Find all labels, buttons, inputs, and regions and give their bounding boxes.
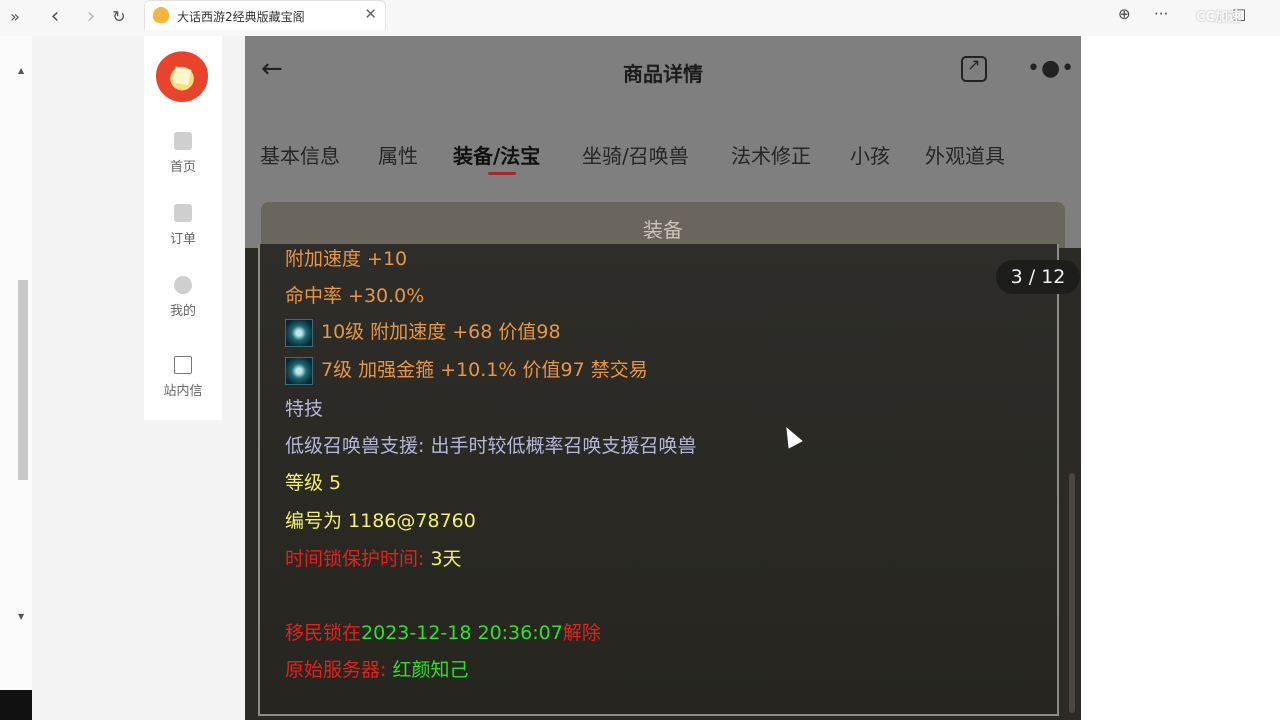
original-server-line: 原始服务器: 红颜知己 <box>285 655 468 682</box>
user-icon <box>174 276 192 294</box>
page-title: 商品详情 <box>623 62 703 86</box>
mail-icon <box>174 356 192 374</box>
scrollbar-thumb[interactable] <box>18 280 28 480</box>
taskbar-corner <box>0 690 32 720</box>
tab-spell-correction[interactable]: 法术修正 <box>731 140 811 169</box>
serial-line: 编号为 1186@78760 <box>285 510 476 532</box>
page-right-margin <box>1081 36 1280 720</box>
server-label: 原始服务器: <box>285 659 387 681</box>
active-tab-indicator <box>488 172 516 175</box>
close-tab-icon[interactable]: ✕ <box>364 5 377 23</box>
gem-line: 10级 附加速度 +68 价值98 <box>285 317 561 347</box>
watermark: CC加速 <box>1196 10 1242 25</box>
section-title: 装备 <box>643 218 683 242</box>
left-scroll-pane: ▲ ▼ <box>0 36 32 720</box>
time-lock-line: 时间锁保护时间: 3天 <box>285 544 462 571</box>
equipment-detail-panel: 附加速度 +10 命中率 +30.0% 10级 附加速度 +68 价值98 7级… <box>245 244 1081 720</box>
sidebar-item-mine[interactable]: 我的 <box>144 276 222 319</box>
gem-icon <box>285 318 313 347</box>
time-lock-label: 时间锁保护时间: <box>285 548 425 570</box>
gem-text: 10级 附加速度 +68 价值98 <box>321 321 561 343</box>
level-line: 等级 5 <box>285 472 342 494</box>
panel-scrollbar[interactable] <box>1069 473 1075 713</box>
sidebar-item-label: 首页 <box>169 160 196 175</box>
gem-icon <box>285 356 313 385</box>
tab-children[interactable]: 小孩 <box>850 140 890 169</box>
sidebar-item-label: 站内信 <box>163 384 203 399</box>
tab-favicon-icon <box>153 7 169 23</box>
skill-title: 特技 <box>285 398 324 420</box>
tab-title: 大话西游2经典版藏宝阁 <box>177 10 305 24</box>
browser-back-button[interactable]: ‹ <box>42 4 68 30</box>
sidebar-toggle-button[interactable]: » <box>2 4 28 30</box>
migration-lock-line: 移民锁在2023-12-18 20:36:07解除 <box>285 618 601 645</box>
sidebar-item-label: 我的 <box>169 304 196 319</box>
section-header: 装备 <box>261 202 1065 248</box>
equipment-detail-content: 附加速度 +10 命中率 +30.0% 10级 附加速度 +68 价值98 7级… <box>258 244 1080 716</box>
browser-forward-button[interactable]: › <box>78 4 104 30</box>
tab-basic-info[interactable]: 基本信息 <box>260 140 340 169</box>
migration-suffix: 解除 <box>562 622 601 644</box>
tab-appearance-items[interactable]: 外观道具 <box>925 140 1005 169</box>
browser-chrome: » ‹ › ↻ 大话西游2经典版藏宝阁 ✕ ⊕ ··· □ CC加速 <box>0 0 1280 36</box>
gem-line: 7级 加强金箍 +10.1% 价值97 禁交易 <box>285 355 648 385</box>
skill-description: 低级召唤兽支援: 出手时较低概率召唤支援召唤兽 <box>285 435 697 457</box>
migration-time: 2023-12-18 20:36:07 <box>361 622 563 644</box>
tab-equipment[interactable]: 装备/法宝 <box>453 140 540 169</box>
scroll-up-icon[interactable]: ▲ <box>18 66 24 75</box>
stat-line: 附加速度 +10 <box>285 248 408 270</box>
sidebar-item-messages[interactable]: 站内信 <box>144 356 222 399</box>
product-detail-page: ← 商品详情 •●• 基本信息 属性 装备/法宝 坐骑/召唤兽 法术修正 小孩 … <box>245 36 1081 720</box>
sidebar-item-orders[interactable]: 订单 <box>144 204 222 247</box>
globe-icon[interactable]: ⊕ <box>1118 5 1131 23</box>
sidebar-item-home[interactable]: 首页 <box>144 132 222 175</box>
gem-text: 7级 加强金箍 +10.1% 价值97 禁交易 <box>321 359 648 381</box>
page-indicator: 3 / 12 <box>996 260 1080 294</box>
time-lock-value: 3天 <box>430 548 462 570</box>
tab-mounts-summons[interactable]: 坐骑/召唤兽 <box>582 140 689 169</box>
order-icon <box>174 204 192 222</box>
sidebar-item-label: 订单 <box>169 232 196 247</box>
browser-reload-button[interactable]: ↻ <box>106 4 132 30</box>
stat-line: 命中率 +30.0% <box>285 285 425 307</box>
app-logo[interactable] <box>156 50 208 102</box>
browser-tab[interactable]: 大话西游2经典版藏宝阁 ✕ <box>144 0 386 30</box>
top-bar: ← 商品详情 •●• <box>245 36 1081 106</box>
more-options-icon[interactable]: •●• <box>1027 56 1075 81</box>
tab-attributes[interactable]: 属性 <box>378 140 418 169</box>
scroll-down-icon[interactable]: ▼ <box>18 612 24 621</box>
server-value: 红颜知己 <box>392 659 469 681</box>
browser-menu-button[interactable]: ··· <box>1154 5 1168 23</box>
app-sidebar: 首页 订单 我的 站内信 <box>144 36 222 420</box>
home-icon <box>174 132 192 150</box>
detail-tabs: 基本信息 属性 装备/法宝 坐骑/召唤兽 法术修正 小孩 外观道具 <box>245 128 1081 178</box>
share-icon[interactable] <box>961 55 987 82</box>
migration-prefix: 移民锁在 <box>285 622 362 644</box>
